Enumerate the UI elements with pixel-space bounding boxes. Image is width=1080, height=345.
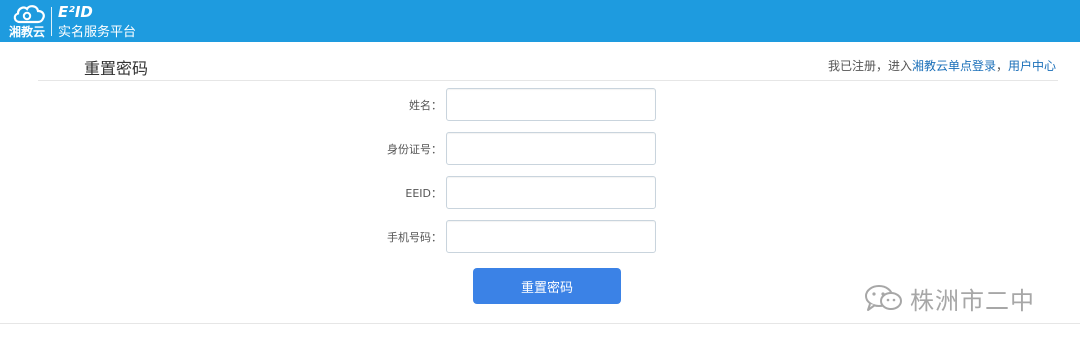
footer-divider xyxy=(0,323,1080,324)
user-center-link[interactable]: 用户中心 xyxy=(1008,59,1056,73)
id-number-input[interactable] xyxy=(446,132,656,165)
reset-password-button[interactable]: 重置密码 xyxy=(473,268,621,304)
watermark: 株洲市二中 xyxy=(864,280,1035,316)
id-number-label: 身份证号： xyxy=(387,143,442,156)
logo-divider xyxy=(51,7,52,36)
cloud-logo-icon xyxy=(13,5,45,24)
platform-subtitle: 实名服务平台 xyxy=(58,25,137,40)
top-header-bar: 湘教云 E²ID 实名服务平台 xyxy=(0,0,1080,42)
wechat-icon xyxy=(865,285,902,311)
links-separator: ， xyxy=(995,59,1008,73)
eeid-input[interactable] xyxy=(446,176,656,209)
watermark-text: 株洲市二中 xyxy=(910,286,1035,315)
eeid-label: EEID： xyxy=(405,187,442,200)
name-input[interactable] xyxy=(446,88,656,121)
form-row-phone: 手机号码： xyxy=(0,220,1080,256)
form-row-eeid: EEID： xyxy=(0,176,1080,212)
links-prefix: 我已注册，进入 xyxy=(827,59,912,73)
account-links: 我已注册，进入湘教云单点登录，用户中心 xyxy=(828,57,1056,74)
page-title: 重置密码 xyxy=(84,59,149,78)
header-divider xyxy=(38,80,1058,81)
form-row-name: 姓名： xyxy=(0,88,1080,124)
brand-name: 湘教云 xyxy=(9,25,46,39)
name-label: 姓名： xyxy=(409,99,442,112)
phone-input[interactable] xyxy=(446,220,656,253)
phone-label: 手机号码： xyxy=(387,231,442,244)
product-name: E²ID xyxy=(58,3,93,21)
form-row-id-number: 身份证号： xyxy=(0,132,1080,168)
sso-login-link[interactable]: 湘教云单点登录 xyxy=(912,59,996,73)
